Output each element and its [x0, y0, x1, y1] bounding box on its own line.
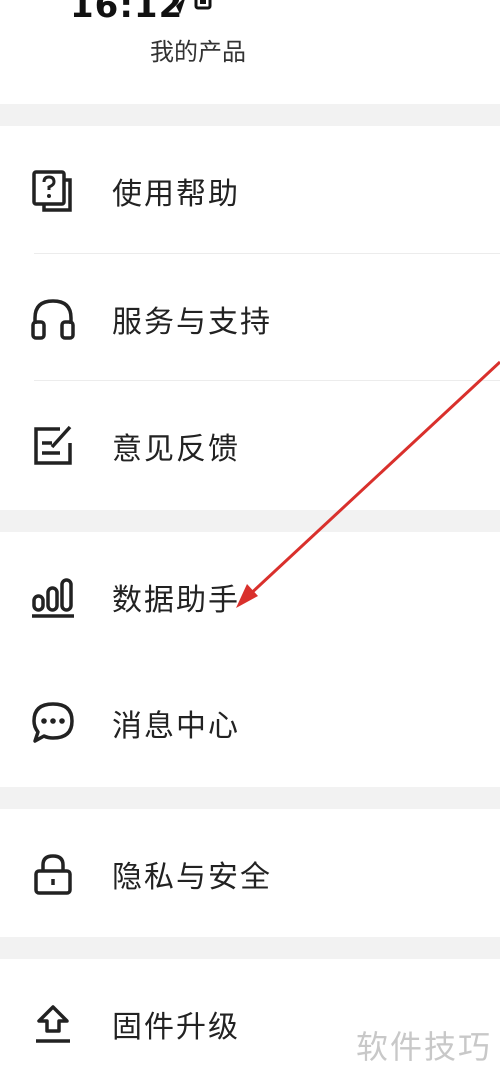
group-separator	[0, 510, 500, 532]
app-screen: 16:12 我的产品 使用帮助 服务与支持 意见反馈 数据助手 消息中心 隐私与…	[0, 0, 500, 1082]
menu-item-label: 隐私与安全	[112, 860, 272, 895]
menu-item-feedback[interactable]: 意见反馈	[0, 381, 500, 511]
menu-item-label: 固件升级	[112, 1010, 240, 1045]
menu-item-label: 意见反馈	[112, 432, 240, 467]
menu-item-help[interactable]: 使用帮助	[0, 126, 500, 256]
watermark-text: 软件技巧	[356, 1028, 493, 1066]
menu-item-label: 消息中心	[112, 709, 240, 744]
lock-icon	[30, 851, 76, 897]
menu-item-label: 数据助手	[112, 583, 240, 618]
bar-chart-icon	[30, 574, 76, 620]
menu-item-label: 使用帮助	[112, 177, 240, 212]
menu-item-data-assistant[interactable]: 数据助手	[0, 532, 500, 662]
upload-icon	[30, 1001, 76, 1047]
group-separator	[0, 104, 500, 126]
group-separator	[0, 937, 500, 959]
group-separator	[0, 787, 500, 809]
location-arrow-icon	[168, 0, 212, 14]
feedback-edit-icon	[30, 423, 76, 469]
headphones-icon	[30, 296, 76, 342]
menu-item-message-center[interactable]: 消息中心	[0, 658, 500, 788]
menu-item-service-support[interactable]: 服务与支持	[0, 254, 500, 384]
menu-item-privacy-security[interactable]: 隐私与安全	[0, 809, 500, 939]
my-products-tab[interactable]: 我的产品	[150, 32, 246, 67]
menu-item-label: 服务与支持	[112, 305, 272, 340]
chat-bubble-icon	[30, 700, 76, 746]
help-document-icon	[30, 168, 76, 214]
